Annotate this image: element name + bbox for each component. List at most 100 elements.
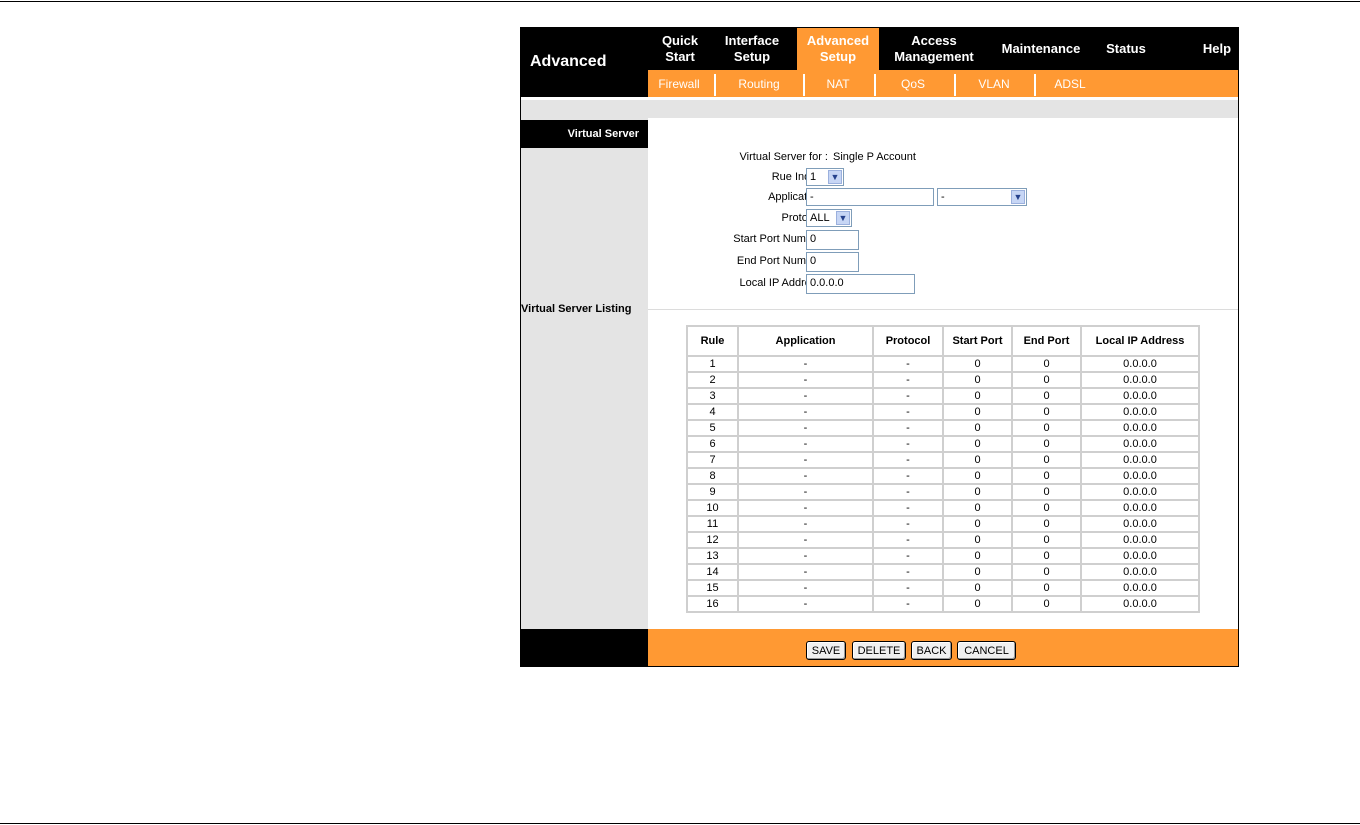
subnav-separator [954, 74, 956, 96]
cell-rule: 11 [688, 517, 739, 533]
cell-protocol: - [874, 437, 944, 453]
protocol-value: ALL [810, 212, 830, 224]
table-row: 15- -0 0 0.0.0.0 [688, 581, 1198, 597]
delete-button[interactable]: DELETE [852, 641, 906, 660]
cell-rule: 16 [688, 597, 739, 611]
cell-application: - [739, 501, 874, 517]
rule-index-value: 1 [810, 171, 817, 183]
back-button[interactable]: BACK [911, 641, 952, 660]
cell-local-ip: 0.0.0.0 [1082, 421, 1198, 437]
table-row: 13- -0 0 0.0.0.0 [688, 549, 1198, 565]
nav-maintenance[interactable]: Maintenance [993, 28, 1089, 70]
cell-end-port: 0 [1013, 453, 1082, 469]
chevron-down-icon: ▼ [1011, 190, 1025, 204]
cell-end-port: 0 [1013, 421, 1082, 437]
local-ip-label: Local IP Address : [739, 277, 828, 289]
cell-application: - [739, 357, 874, 373]
column-header-rule: Rule [688, 327, 739, 357]
cell-start-port: 0 [944, 517, 1013, 533]
cell-protocol: - [874, 581, 944, 597]
cell-protocol: - [874, 421, 944, 437]
cell-start-port: 0 [944, 453, 1013, 469]
cell-end-port: 0 [1013, 565, 1082, 581]
cell-local-ip: 0.0.0.0 [1082, 501, 1198, 517]
cell-start-port: 0 [944, 421, 1013, 437]
cell-start-port: 0 [944, 533, 1013, 549]
cell-start-port: 0 [944, 357, 1013, 373]
cell-local-ip: 0.0.0.0 [1082, 533, 1198, 549]
cancel-button[interactable]: CANCEL [957, 641, 1016, 660]
cell-protocol: - [874, 357, 944, 373]
sidebar-virtual-server-heading: Virtual Server [521, 120, 648, 148]
cell-rule: 1 [688, 357, 739, 373]
page-bottom-rule [0, 823, 1360, 824]
nav-access-management[interactable]: Access Management [887, 28, 981, 70]
subnav-routing[interactable]: Routing [718, 70, 800, 97]
cell-rule: 3 [688, 389, 739, 405]
subnav-separator [714, 74, 716, 96]
nav-advanced-setup[interactable]: Advanced Setup [797, 28, 879, 70]
table-row: 12- -0 0 0.0.0.0 [688, 533, 1198, 549]
footer-left-block [521, 629, 648, 666]
cell-protocol: - [874, 453, 944, 469]
nav-quick-start[interactable]: Quick Start [651, 28, 709, 70]
cell-end-port: 0 [1013, 549, 1082, 565]
nav-status[interactable]: Status [1099, 28, 1153, 70]
subnav-separator [874, 74, 876, 96]
table-row: 16- -0 0 0.0.0.0 [688, 597, 1198, 611]
cell-application: - [739, 565, 874, 581]
chevron-down-icon: ▼ [836, 211, 850, 225]
vs-for-label: Virtual Server for : [739, 151, 828, 163]
cell-local-ip: 0.0.0.0 [1082, 517, 1198, 533]
cell-local-ip: 0.0.0.0 [1082, 469, 1198, 485]
cell-application: - [739, 389, 874, 405]
nav-help[interactable]: Help [1197, 28, 1237, 70]
application-input[interactable]: - [806, 188, 934, 206]
table-body: 1- -0 0 0.0.0.0 2- -0 0 0.0.0.0 3- -0 0 0.0.0.0 4- -0… [688, 357, 1198, 611]
application-select-value: - [941, 191, 945, 203]
subnav-separator [1034, 74, 1036, 96]
subnav-vlan[interactable]: VLAN [960, 70, 1028, 97]
cell-start-port: 0 [944, 581, 1013, 597]
top-navigation: Advanced Quick Start Interface Setup Adv… [521, 28, 1238, 70]
cell-protocol: - [874, 501, 944, 517]
table-row: 9- -0 0 0.0.0.0 [688, 485, 1198, 501]
cell-start-port: 0 [944, 485, 1013, 501]
column-header-end-port: End Port [1013, 327, 1082, 357]
cell-protocol: - [874, 405, 944, 421]
local-ip-input[interactable]: 0.0.0.0 [806, 274, 915, 294]
cell-protocol: - [874, 517, 944, 533]
rule-index-select[interactable]: 1 ▼ [806, 168, 844, 186]
cell-application: - [739, 549, 874, 565]
cell-protocol: - [874, 597, 944, 611]
cell-end-port: 0 [1013, 501, 1082, 517]
start-port-input[interactable]: 0 [806, 230, 859, 250]
cell-end-port: 0 [1013, 405, 1082, 421]
cell-start-port: 0 [944, 405, 1013, 421]
table-row: 4- -0 0 0.0.0.0 [688, 405, 1198, 421]
column-header-start-port: Start Port [944, 327, 1013, 357]
cell-local-ip: 0.0.0.0 [1082, 389, 1198, 405]
cell-rule: 7 [688, 453, 739, 469]
table-row: 8- -0 0 0.0.0.0 [688, 469, 1198, 485]
subnav-adsl[interactable]: ADSL [1040, 70, 1100, 97]
cell-rule: 14 [688, 565, 739, 581]
nav-interface-setup[interactable]: Interface Setup [717, 28, 787, 70]
protocol-select[interactable]: ALL ▼ [806, 209, 852, 227]
subnav-nat[interactable]: NAT [808, 70, 868, 97]
subnav-qos[interactable]: QoS [880, 70, 946, 97]
application-label: Application : [768, 191, 828, 203]
section-divider [648, 309, 1238, 310]
column-header-application: Application [739, 327, 874, 357]
footer-action-bar: SAVE DELETE BACK CANCEL [648, 629, 1238, 666]
cell-protocol: - [874, 373, 944, 389]
application-select[interactable]: - ▼ [937, 188, 1027, 206]
cell-rule: 6 [688, 437, 739, 453]
table-header-row: Rule Application Protocol Start Port End… [688, 327, 1198, 357]
table-row: 10- -0 0 0.0.0.0 [688, 501, 1198, 517]
end-port-input[interactable]: 0 [806, 252, 859, 272]
save-button[interactable]: SAVE [806, 641, 846, 660]
column-header-local-ip: Local IP Address [1082, 327, 1198, 357]
rule-index-label: Rue Index : [771, 171, 828, 183]
subnav-firewall[interactable]: Firewall [648, 70, 710, 97]
